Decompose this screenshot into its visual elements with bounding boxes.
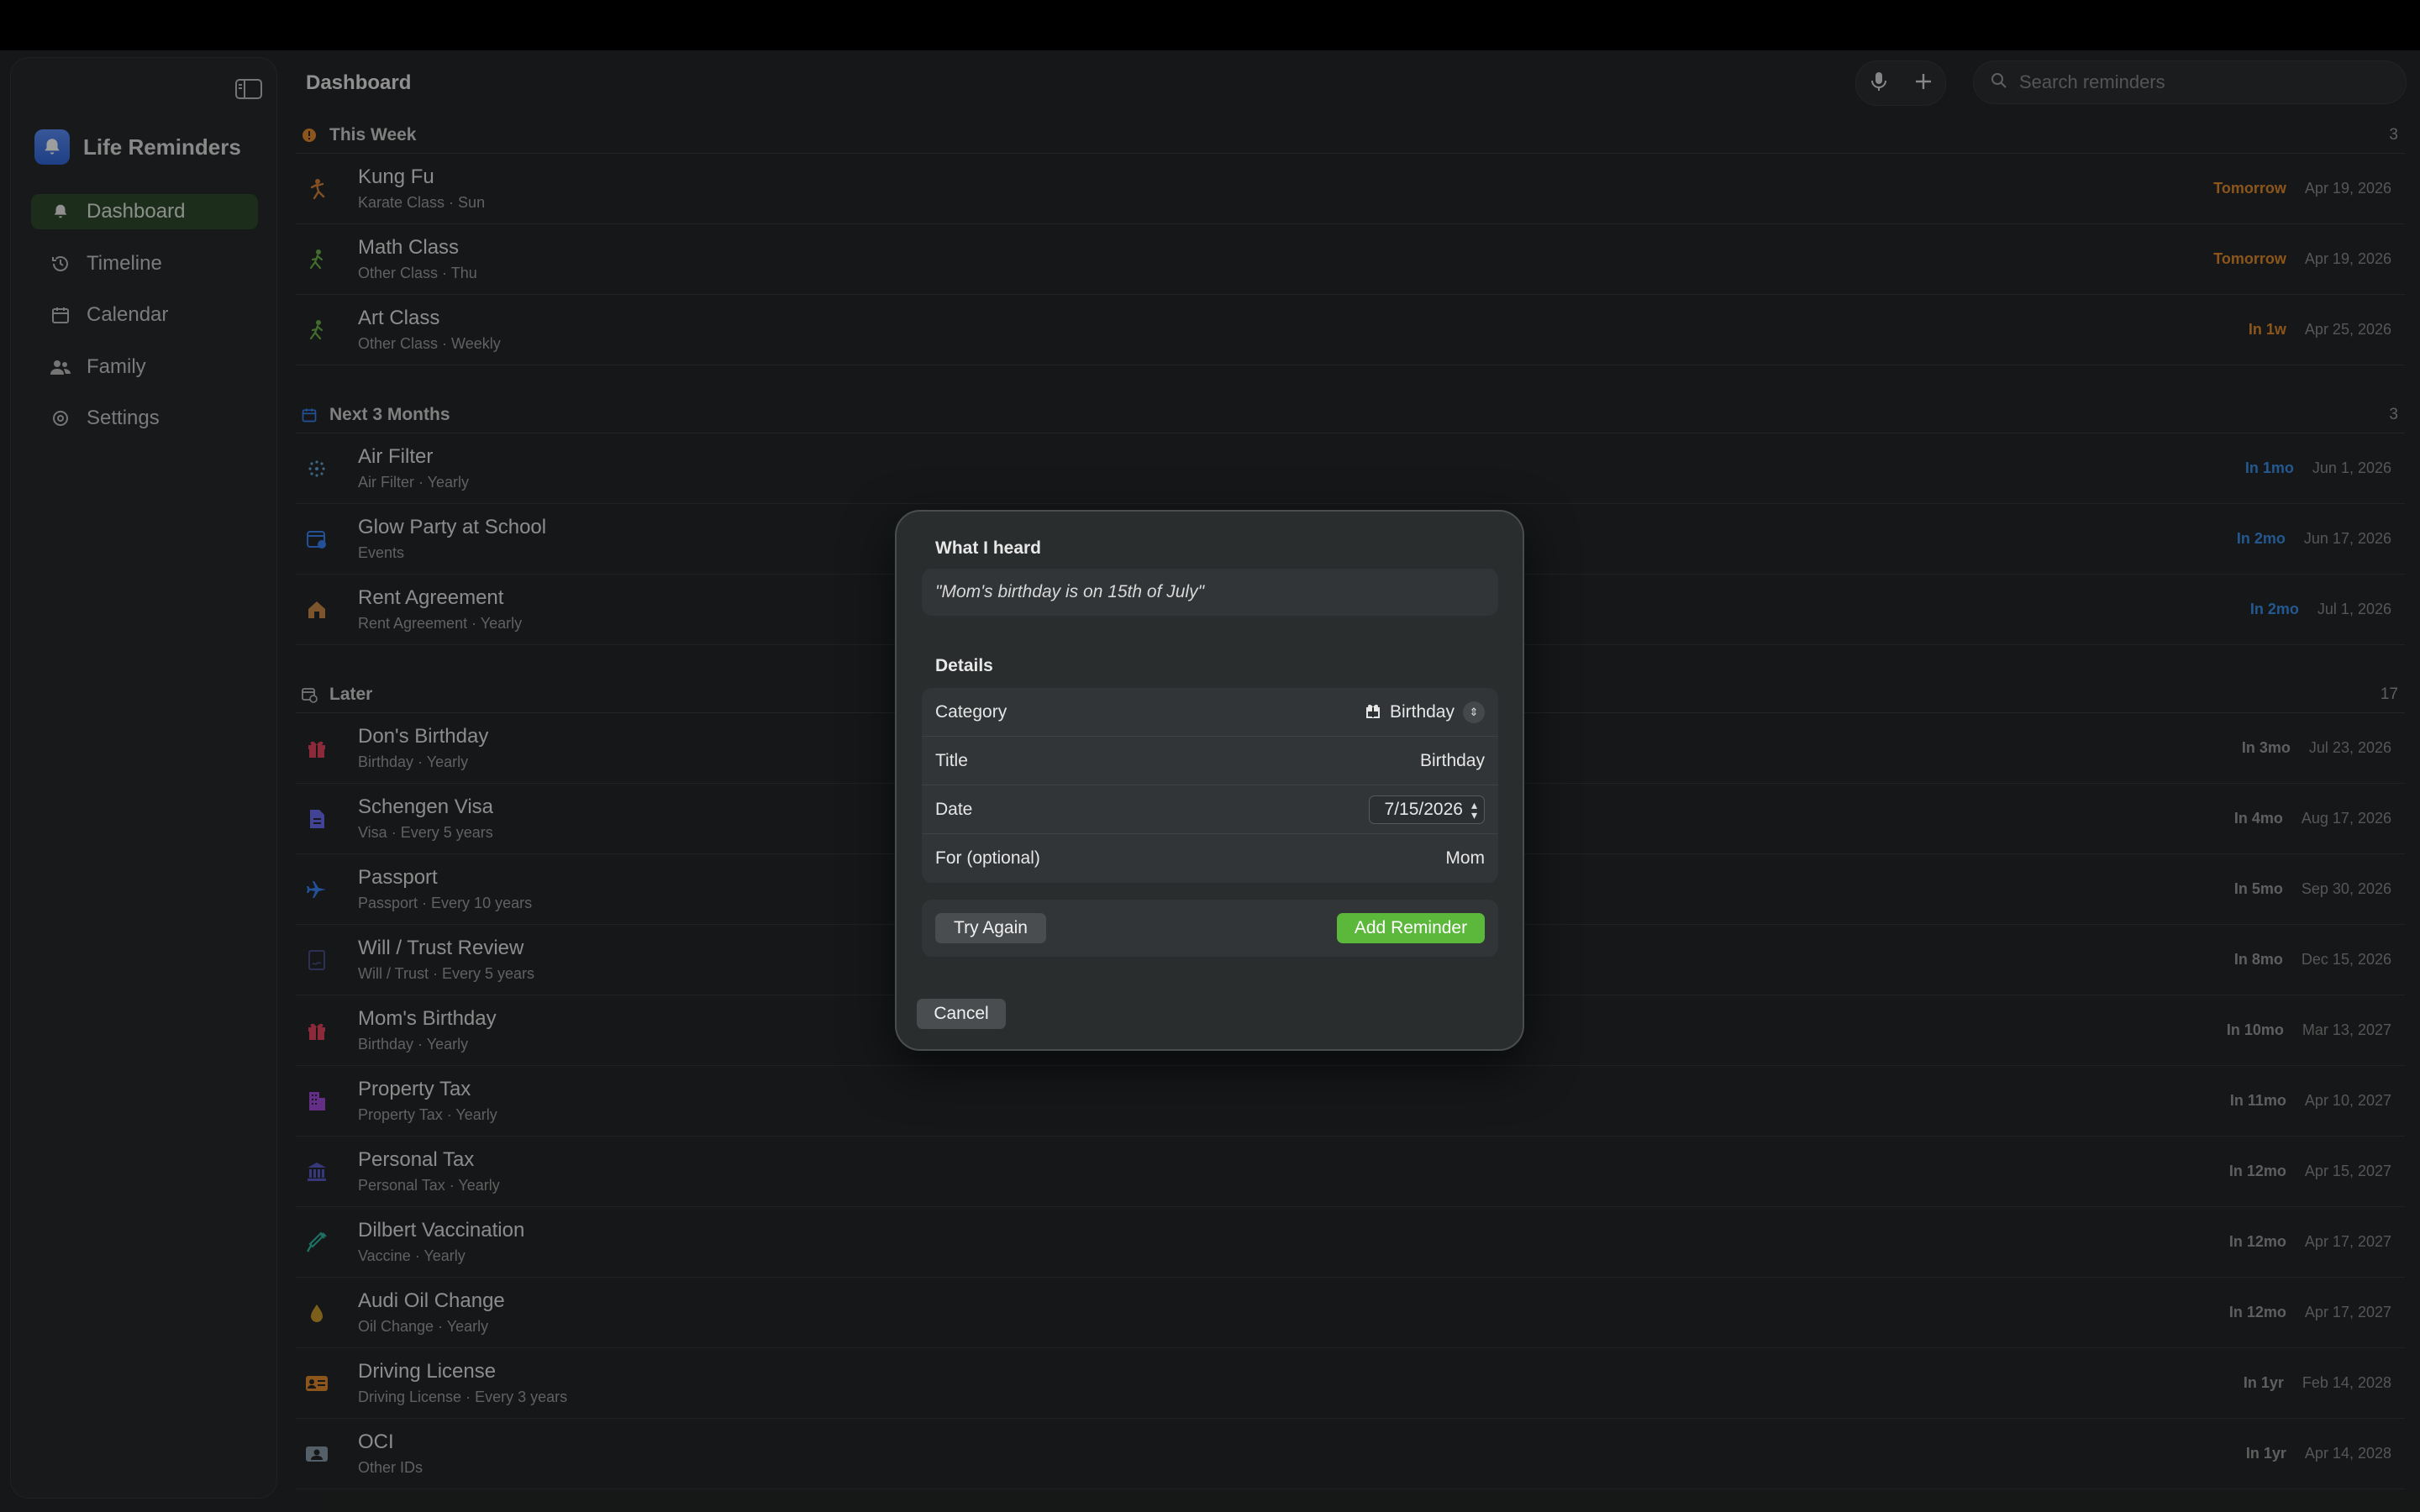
date-label: Date	[935, 799, 973, 819]
title-label: Title	[935, 750, 968, 770]
for-label: For (optional)	[935, 848, 1040, 868]
add-reminder-button[interactable]: Add Reminder	[1337, 913, 1485, 943]
details-form: Category Birthday ⇕ Title Birthday Date …	[922, 688, 1498, 883]
gift-icon	[1365, 701, 1381, 723]
for-value[interactable]: Mom	[1445, 848, 1485, 869]
date-row: Date 7/15/2026 ▴ ▾	[922, 785, 1498, 834]
title-value[interactable]: Birthday	[1420, 751, 1485, 771]
heard-label: What I heard	[935, 538, 1042, 558]
category-row: Category Birthday ⇕	[922, 688, 1498, 737]
heard-transcript: "Mom's birthday is on 15th of July"	[922, 569, 1498, 616]
menu-bar	[0, 0, 2420, 50]
category-value: Birthday	[1389, 701, 1455, 722]
dialog-actions: Try Again Add Reminder	[922, 900, 1498, 957]
cancel-button[interactable]: Cancel	[917, 999, 1006, 1029]
voice-reminder-dialog: What I heard "Mom's birthday is on 15th …	[895, 510, 1524, 1051]
chevron-up-down-icon: ⇕	[1463, 701, 1485, 723]
for-row: For (optional) Mom	[922, 834, 1498, 883]
title-row: Title Birthday	[922, 737, 1498, 785]
date-value: 7/15/2026	[1384, 799, 1463, 819]
category-select[interactable]: Birthday ⇕	[1365, 701, 1485, 723]
details-label: Details	[935, 656, 993, 675]
try-again-button[interactable]: Try Again	[935, 913, 1046, 943]
date-stepper-icon[interactable]: ▴ ▾	[1471, 799, 1477, 821]
category-label: Category	[935, 701, 1007, 722]
date-picker[interactable]: 7/15/2026 ▴ ▾	[1368, 795, 1485, 824]
